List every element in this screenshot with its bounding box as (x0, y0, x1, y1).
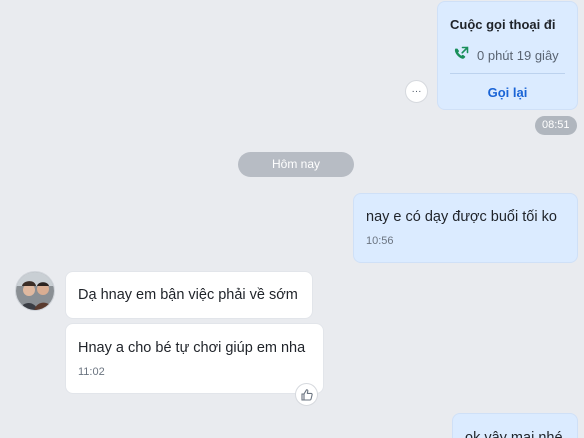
call-title: Cuộc gọi thoại đi (450, 17, 556, 32)
more-icon[interactable]: ··· (405, 80, 428, 103)
thumbs-up-icon[interactable] (295, 383, 318, 406)
message-text: Hnay a cho bé tự chơi giúp em nha (78, 340, 306, 356)
message-text: ok vậy mai nhé (465, 430, 563, 438)
call-card: Cuộc gọi thoại đi 0 phút 19 giây Gọi lại (437, 1, 578, 110)
call-duration-row: 0 phút 19 giây (452, 46, 559, 65)
message-outgoing[interactable]: ok vậy mai nhé (452, 413, 578, 438)
message-incoming[interactable]: Hnay a cho bé tự chơi giúp em nha 11:02 (65, 323, 324, 394)
call-divider (450, 73, 565, 74)
message-outgoing[interactable]: nay e có dạy được buổi tối ko 10:56 (353, 193, 578, 263)
callback-button[interactable]: Gọi lại (438, 85, 577, 100)
call-duration: 0 phút 19 giây (477, 48, 559, 63)
message-time: 11:02 (78, 366, 105, 378)
call-time-badge: 08:51 (535, 116, 577, 135)
phone-outgoing-icon (452, 46, 470, 65)
avatar[interactable] (15, 271, 55, 311)
message-text: Dạ hnay em bận việc phải về sớm (78, 287, 298, 303)
message-time: 10:56 (366, 235, 394, 247)
message-incoming[interactable]: Dạ hnay em bận việc phải về sớm (65, 271, 313, 319)
date-separator: Hôm nay (238, 152, 354, 177)
message-text: nay e có dạy được buổi tối ko (366, 209, 557, 225)
